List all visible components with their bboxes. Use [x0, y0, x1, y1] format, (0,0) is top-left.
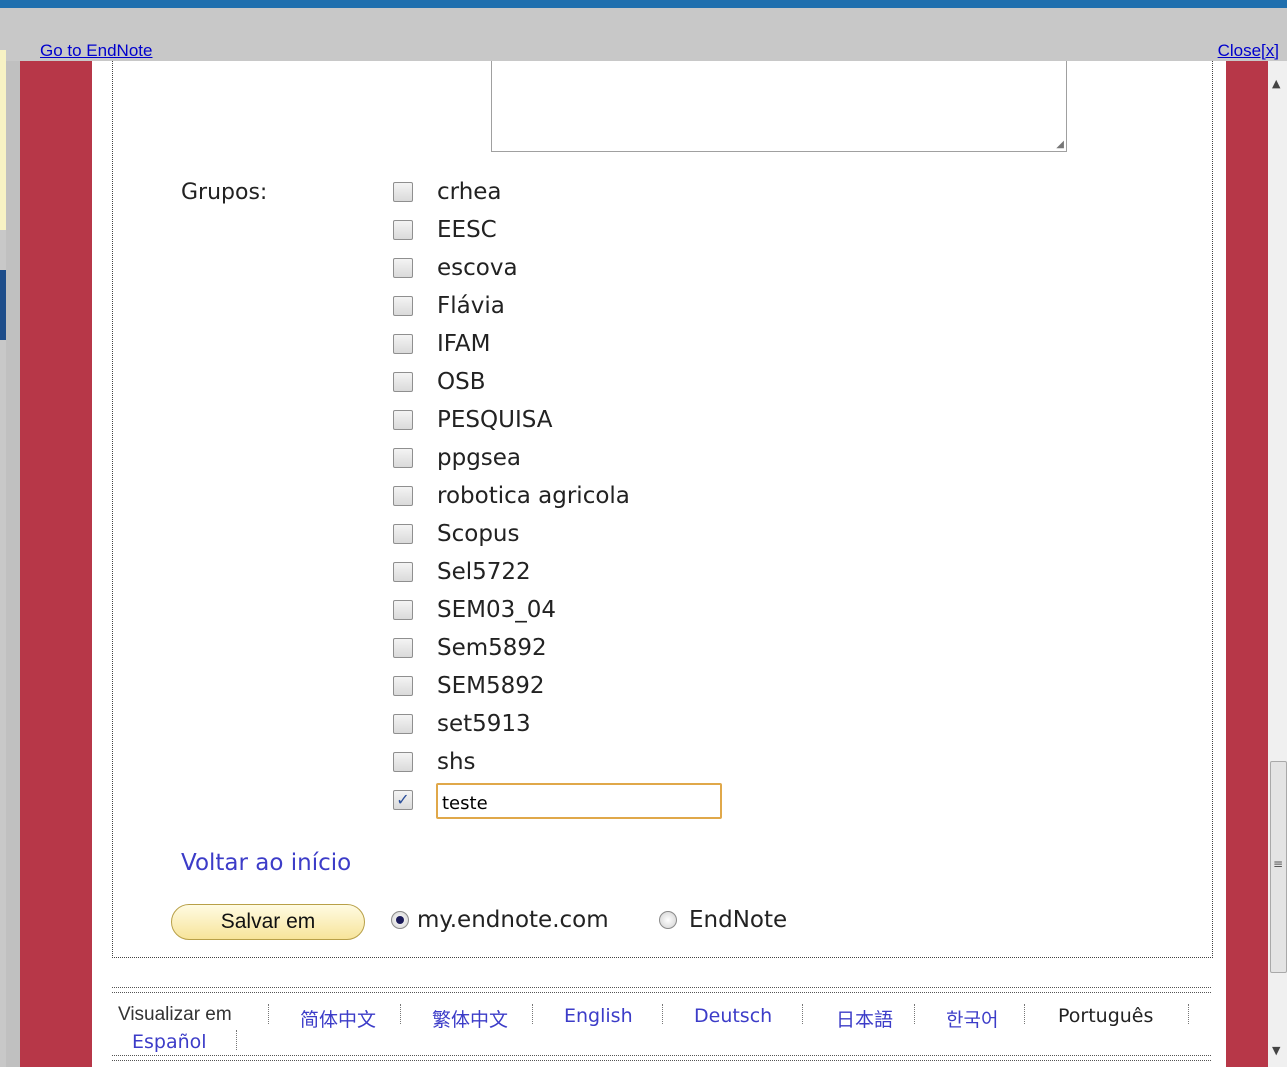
right-border-panel: [1226, 61, 1268, 1067]
group-label: IFAM: [437, 331, 491, 357]
new-group-row[interactable]: ✓: [393, 783, 893, 824]
group-checkbox[interactable]: [393, 258, 413, 278]
group-row[interactable]: IFAM: [393, 330, 893, 368]
group-checkbox[interactable]: [393, 410, 413, 430]
lang-link-english[interactable]: English: [564, 1005, 633, 1027]
groups-label: Grupos:: [181, 180, 268, 205]
group-checkbox[interactable]: [393, 486, 413, 506]
save-button[interactable]: Salvar em: [171, 904, 365, 940]
group-label: OSB: [437, 369, 486, 395]
group-label: Flávia: [437, 293, 505, 319]
group-row[interactable]: robotica agricola: [393, 482, 893, 520]
group-row[interactable]: OSB: [393, 368, 893, 406]
group-label: set5913: [437, 711, 531, 737]
group-checkbox[interactable]: [393, 182, 413, 202]
group-checkbox[interactable]: [393, 334, 413, 354]
group-checkbox[interactable]: [393, 372, 413, 392]
scrollbar-thumb[interactable]: ≡: [1270, 761, 1287, 973]
new-group-checkbox[interactable]: ✓: [393, 790, 413, 810]
group-row[interactable]: EESC: [393, 216, 893, 254]
group-checkbox[interactable]: [393, 676, 413, 696]
dialog-header-bar: Go to EndNote Close[x]: [6, 8, 1287, 61]
group-row[interactable]: Scopus: [393, 520, 893, 558]
group-label: crhea: [437, 179, 502, 205]
group-checkbox[interactable]: [393, 714, 413, 734]
group-checkbox[interactable]: [393, 524, 413, 544]
left-border-panel: [20, 61, 92, 1067]
group-checkbox[interactable]: [393, 600, 413, 620]
group-checkbox[interactable]: [393, 562, 413, 582]
close-link[interactable]: Close[x]: [1218, 41, 1279, 61]
group-label: robotica agricola: [437, 483, 630, 509]
group-label: SEM03_04: [437, 597, 557, 623]
group-row[interactable]: escova: [393, 254, 893, 292]
save-target-radio-endnote[interactable]: [659, 911, 677, 929]
footer-divider-bottom: [112, 1055, 1211, 1061]
group-label: EESC: [437, 217, 497, 243]
view-in-label: Visualizar em: [118, 1004, 232, 1025]
back-to-top-link[interactable]: Voltar ao início: [181, 850, 351, 876]
resize-grip-icon[interactable]: ◢: [1056, 139, 1064, 150]
endnote-dialog: Go to EndNote Close[x] ▲ ≡ ▼ ◢ Grupos: c…: [6, 8, 1287, 1067]
go-to-endnote-link[interactable]: Go to EndNote: [40, 41, 152, 61]
group-row[interactable]: Sem5892: [393, 634, 893, 672]
group-row[interactable]: crhea: [393, 178, 893, 216]
save-target-label-endnote[interactable]: EndNote: [689, 907, 787, 933]
group-label: Sel5722: [437, 559, 531, 585]
window-top-border: [0, 0, 1287, 8]
scroll-up-icon[interactable]: ▲: [1272, 77, 1280, 90]
group-row[interactable]: PESQUISA: [393, 406, 893, 444]
group-label: ppgsea: [437, 445, 522, 471]
group-checkbox[interactable]: [393, 296, 413, 316]
form-content: ◢ Grupos: crhea EESC escova Flávia IFAM …: [92, 61, 1226, 1067]
group-checkbox[interactable]: [393, 638, 413, 658]
group-checkbox[interactable]: [393, 752, 413, 772]
group-checkbox[interactable]: [393, 448, 413, 468]
grip-icon: ≡: [1273, 857, 1284, 871]
lang-link-zh-hant[interactable]: 繁体中文: [432, 1005, 508, 1032]
group-label: Sem5892: [437, 635, 547, 661]
lang-link-japanese[interactable]: 日本語: [836, 1005, 893, 1032]
group-row[interactable]: set5913: [393, 710, 893, 748]
group-row[interactable]: Flávia: [393, 292, 893, 330]
new-group-input[interactable]: [436, 783, 722, 819]
group-label: SEM5892: [437, 673, 545, 699]
group-label: PESQUISA: [437, 407, 553, 433]
lang-link-zh-hans[interactable]: 简体中文: [300, 1005, 376, 1032]
group-checkbox[interactable]: [393, 220, 413, 240]
form-box: ◢ Grupos: crhea EESC escova Flávia IFAM …: [112, 61, 1213, 958]
group-row[interactable]: ppgsea: [393, 444, 893, 482]
scroll-down-icon[interactable]: ▼: [1272, 1044, 1280, 1057]
group-label: shs: [437, 749, 476, 775]
group-label: escova: [437, 255, 518, 281]
group-row[interactable]: SEM5892: [393, 672, 893, 710]
group-row[interactable]: SEM03_04: [393, 596, 893, 634]
save-target-radio-myendnote[interactable]: [391, 911, 409, 929]
lang-link-espanol[interactable]: Español: [132, 1031, 207, 1053]
lang-current-portuguese: Português: [1058, 1005, 1154, 1027]
group-row[interactable]: shs: [393, 748, 893, 786]
lang-link-korean[interactable]: 한국어: [946, 1005, 998, 1032]
save-target-label-myendnote[interactable]: my.endnote.com: [417, 907, 609, 933]
group-label: Scopus: [437, 521, 520, 547]
lang-link-deutsch[interactable]: Deutsch: [694, 1005, 772, 1027]
group-row[interactable]: Sel5722: [393, 558, 893, 596]
footer-divider-top: [112, 987, 1211, 993]
notes-textarea[interactable]: ◢: [491, 61, 1067, 152]
vertical-scrollbar[interactable]: ▲ ≡ ▼: [1268, 61, 1287, 1067]
